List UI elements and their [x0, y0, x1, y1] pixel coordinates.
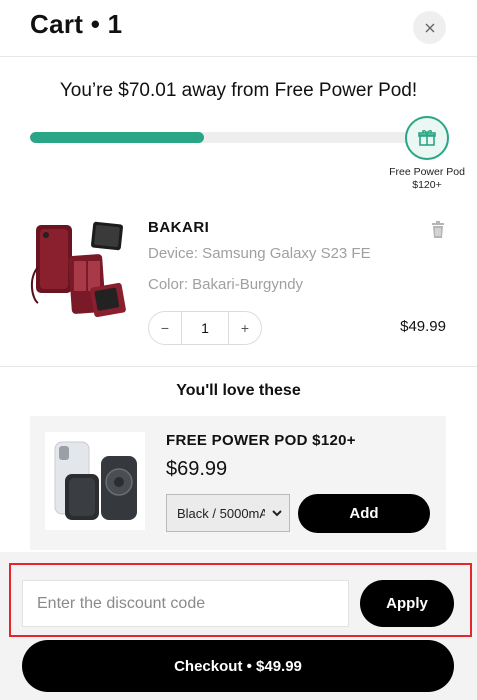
product-price: $49.99 [400, 318, 446, 335]
quantity-increase-button[interactable]: + [229, 312, 261, 344]
reward-milestone [405, 116, 449, 160]
upsell-card: FREE POWER POD $120+ $69.99 Black / 5000… [30, 416, 446, 550]
variant-select[interactable]: Black / 5000mAh [166, 494, 290, 532]
quantity-stepper: − 1 + [148, 311, 262, 345]
product-device: Device: Samsung Galaxy S23 FE [148, 245, 371, 262]
close-button[interactable] [413, 11, 446, 44]
product-name: BAKARI [148, 219, 210, 236]
discount-code-input[interactable] [22, 580, 349, 627]
cart-title: Cart • 1 [30, 9, 123, 39]
checkout-button[interactable]: Checkout • $49.99 [22, 640, 454, 692]
chevron-down-icon [272, 510, 282, 517]
reward-label-title: Free Power Pod [389, 166, 465, 178]
quantity-decrease-button[interactable]: − [149, 312, 181, 344]
reward-label: Free Power Pod $120+ [380, 166, 474, 192]
reward-progress-bar [30, 132, 425, 143]
product-color: Color: Bakari-Burgyndy [148, 276, 304, 293]
product-image [31, 221, 126, 318]
reward-progress-fill [30, 132, 204, 143]
upsell-product-image [45, 432, 145, 530]
cart-header: Cart • 1 [0, 0, 477, 57]
quantity-value[interactable]: 1 [181, 312, 229, 344]
trash-icon[interactable] [430, 221, 446, 239]
reward-progress-message: You’re $70.01 away from Free Power Pod! [59, 80, 418, 101]
upsell-product-price: $69.99 [166, 458, 228, 480]
variant-select-value: Black / 5000mAh [177, 505, 265, 521]
upsell-product-title: FREE POWER POD $120+ [166, 432, 356, 449]
cart-item: BAKARI Device: Samsung Galaxy S23 FE Col… [0, 205, 477, 367]
upsell-heading: You'll love these [176, 382, 301, 399]
reward-label-threshold: $120+ [412, 179, 442, 191]
gift-icon [418, 130, 436, 146]
apply-discount-button[interactable]: Apply [360, 580, 454, 627]
close-icon [425, 23, 434, 32]
add-upsell-button[interactable]: Add [298, 494, 430, 533]
